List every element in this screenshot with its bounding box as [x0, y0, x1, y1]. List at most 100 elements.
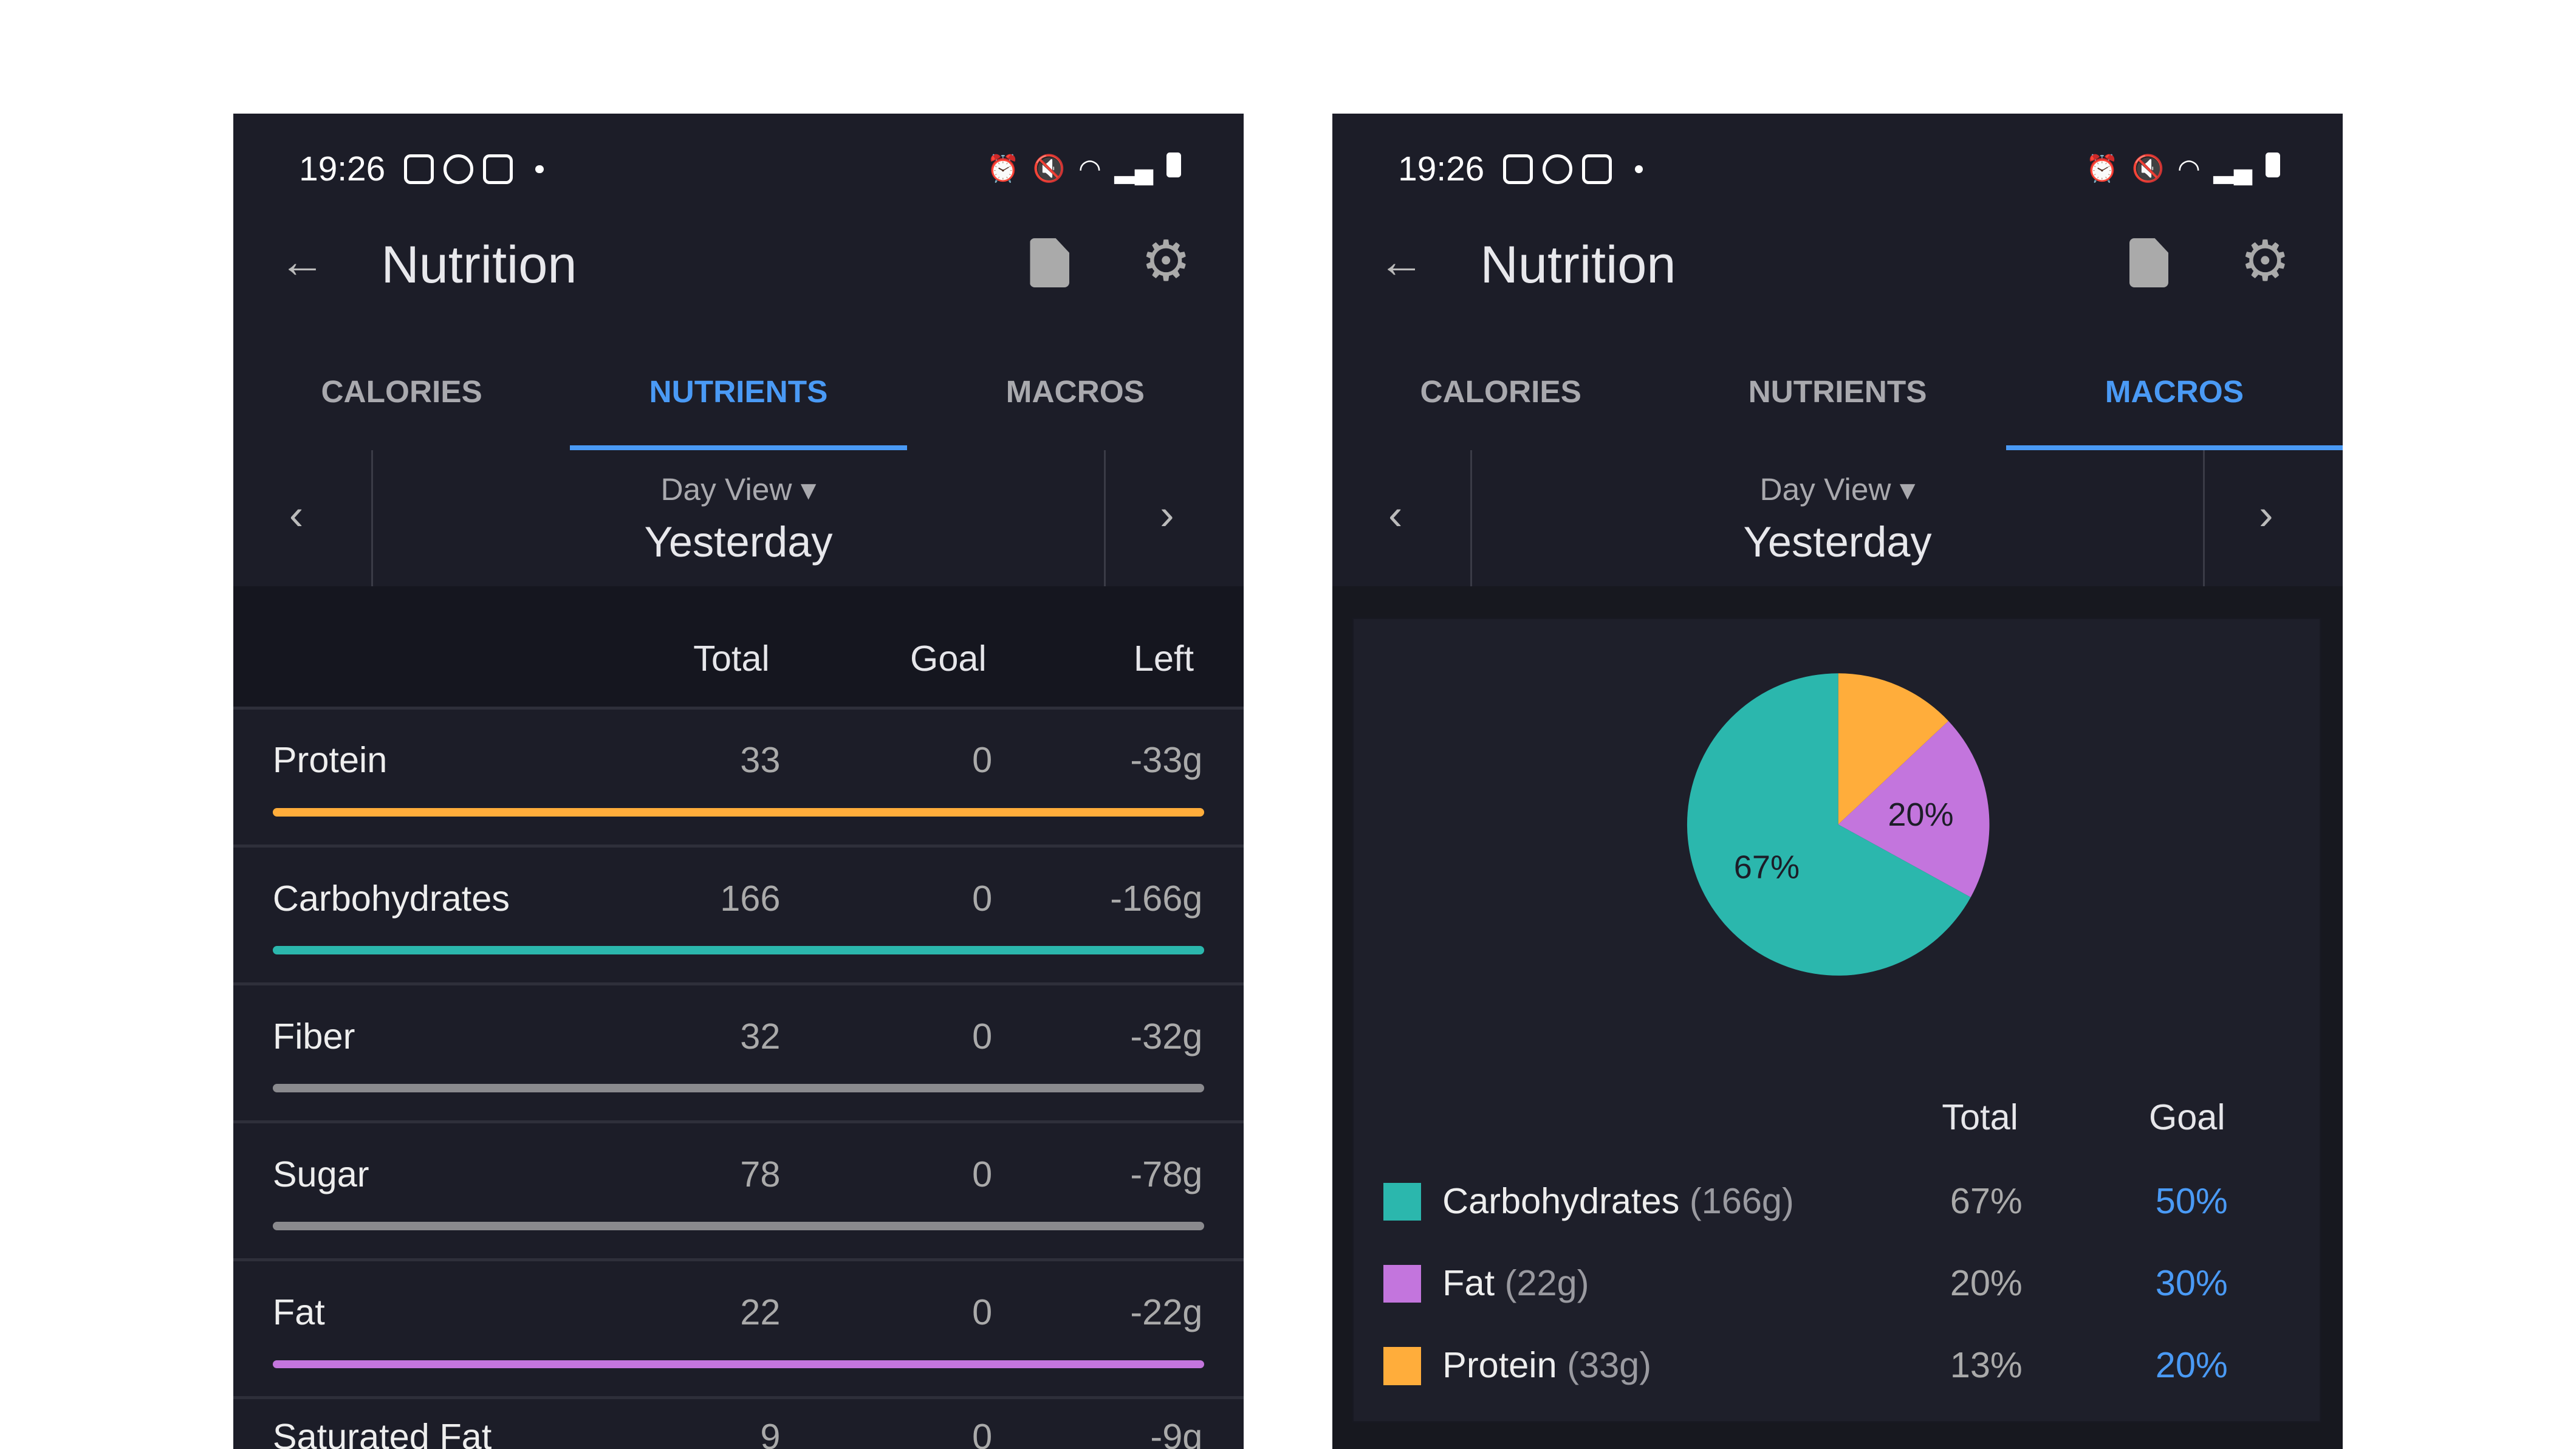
column-header: Total	[1942, 1096, 2018, 1137]
nutrient-name: Protein	[272, 739, 388, 781]
whatsapp-icon	[1543, 154, 1572, 184]
macro-total: 13%	[1950, 1344, 2023, 1385]
macro-amount: (166g)	[1689, 1180, 1794, 1221]
bible-app-icon	[482, 154, 513, 184]
tab-calories[interactable]: CALORIES	[1332, 373, 1669, 409]
nutrient-left: -9g	[1150, 1416, 1203, 1449]
status-bar: 19:26 ⏰ 🔇 ◠ ▂▄	[233, 149, 1244, 196]
date-navigator: ‹ Day View ▾ Yesterday ›	[1332, 450, 2343, 587]
macro-goal[interactable]: 20%	[2156, 1344, 2228, 1386]
stage: 19:26 ⏰ 🔇 ◠ ▂▄ ← Nutrition ⚙ CALORIES NUTRI…	[0, 0, 2576, 1449]
gear-icon[interactable]: ⚙	[2240, 228, 2290, 294]
nutrient-name: Carbohydrates	[272, 877, 510, 919]
caret-down-icon: ▾	[1899, 471, 1916, 507]
nutrient-name: Sugar	[272, 1153, 369, 1194]
nutrient-left: -33g	[1130, 739, 1203, 781]
tab-macros[interactable]: MACROS	[2006, 373, 2343, 409]
nutrient-left: -22g	[1130, 1292, 1203, 1332]
macro-pie-chart: 20% 67%	[1687, 673, 1990, 976]
current-date: Yesterday	[1743, 518, 1932, 566]
macros-card: 20% 67% Total Goal Carbohydrates (166g) 67% 50…	[1354, 619, 2320, 1422]
active-tab-indicator	[570, 445, 907, 450]
notification-dot-icon	[1634, 165, 1643, 174]
macro-total: 20%	[1950, 1262, 2023, 1303]
column-header: Total	[693, 638, 770, 679]
status-bar: 19:26 ⏰ 🔇 ◠ ▂▄	[1332, 149, 2343, 196]
page-title: Nutrition	[1480, 235, 1676, 294]
nutrient-total: 22	[740, 1292, 781, 1332]
macro-name: Protein	[1442, 1344, 1557, 1385]
status-time: 19:26	[299, 150, 386, 189]
gallery-icon	[404, 154, 434, 184]
color-swatch	[1383, 1265, 1422, 1303]
date-navigator: ‹ Day View ▾ Yesterday ›	[233, 450, 1244, 587]
nutrient-left: -166g	[1110, 877, 1203, 919]
table-row[interactable]: Fiber 32 0 -32g	[233, 982, 1244, 1120]
gallery-icon	[1503, 154, 1533, 184]
nutrient-goal: 0	[972, 1015, 993, 1057]
color-swatch	[1383, 1347, 1422, 1385]
tab-nutrients[interactable]: NUTRIENTS	[570, 373, 906, 409]
progress-bar	[272, 946, 1205, 954]
current-date: Yesterday	[644, 518, 833, 566]
nutrient-goal: 0	[972, 1416, 993, 1449]
legend-row: Fat (22g) 20% 30%	[1383, 1262, 2303, 1311]
back-arrow-icon[interactable]: ←	[1379, 235, 1425, 288]
nutrient-name: Fiber	[272, 1015, 355, 1057]
wifi-icon: ◠	[2177, 154, 2201, 184]
nutrient-total: 166	[720, 877, 781, 919]
active-tab-indicator	[2006, 445, 2343, 450]
view-selector[interactable]: Day View ▾	[1332, 470, 2343, 509]
macro-amount: (33g)	[1567, 1344, 1652, 1385]
back-arrow-icon[interactable]: ←	[279, 235, 326, 288]
file-export-icon[interactable]	[2129, 238, 2169, 288]
chevron-right-icon[interactable]: ›	[2259, 490, 2273, 539]
progress-bar	[272, 1084, 1205, 1092]
table-header: Total Goal Left	[233, 586, 1244, 707]
tab-nutrients[interactable]: NUTRIENTS	[1669, 373, 2006, 409]
legend-row: Protein (33g) 13% 20%	[1383, 1344, 2303, 1393]
macro-goal[interactable]: 30%	[2156, 1262, 2228, 1304]
nutrients-screen: 19:26 ⏰ 🔇 ◠ ▂▄ ← Nutrition ⚙ CALORIES NUTRI…	[233, 113, 1244, 1449]
tab-calories[interactable]: CALORIES	[233, 373, 570, 409]
nutrient-goal: 0	[972, 877, 993, 919]
progress-bar	[272, 807, 1205, 817]
macro-total: 67%	[1950, 1180, 2023, 1221]
view-selector[interactable]: Day View ▾	[233, 470, 1244, 509]
column-header: Goal	[2148, 1096, 2225, 1137]
table-row[interactable]: Protein 33 0 -33g	[233, 706, 1244, 844]
pie-data-label: 20%	[1888, 796, 1953, 833]
nutrient-name: Saturated Fat	[272, 1416, 492, 1449]
file-export-icon[interactable]	[1030, 238, 1070, 288]
status-time: 19:26	[1398, 150, 1485, 189]
alarm-icon: ⏰	[2086, 154, 2119, 184]
nutrient-total: 78	[740, 1153, 781, 1194]
tab-macros[interactable]: MACROS	[907, 373, 1244, 409]
page-title: Nutrition	[381, 235, 577, 294]
nutrient-goal: 0	[972, 1153, 993, 1194]
macro-amount: (22g)	[1504, 1262, 1589, 1303]
column-header: Goal	[910, 638, 987, 679]
mute-icon: 🔇	[1032, 154, 1066, 184]
nutrient-name: Fat	[272, 1292, 325, 1332]
progress-bar	[272, 1360, 1205, 1369]
table-row[interactable]: Saturated Fat 9 0 -9g	[233, 1396, 1244, 1449]
gear-icon[interactable]: ⚙	[1141, 228, 1191, 294]
battery-icon	[2265, 152, 2281, 178]
nutrient-total: 33	[740, 739, 781, 781]
color-swatch	[1383, 1182, 1422, 1221]
macro-goal[interactable]: 50%	[2156, 1180, 2228, 1222]
table-row[interactable]: Sugar 78 0 -78g	[233, 1120, 1244, 1258]
macro-name: Carbohydrates	[1442, 1180, 1680, 1221]
alarm-icon: ⏰	[987, 154, 1019, 184]
legend-row: Carbohydrates (166g) 67% 50%	[1383, 1180, 2303, 1229]
whatsapp-icon	[444, 154, 473, 184]
table-row[interactable]: Carbohydrates 166 0 -166g	[233, 844, 1244, 982]
battery-icon	[1166, 152, 1182, 178]
macro-name: Fat	[1442, 1262, 1495, 1303]
table-row[interactable]: Fat 22 0 -22g	[233, 1258, 1244, 1396]
chevron-right-icon[interactable]: ›	[1160, 490, 1174, 539]
signal-icon: ▂▄	[2213, 154, 2253, 184]
notification-dot-icon	[535, 165, 544, 174]
progress-bar	[272, 1222, 1205, 1230]
